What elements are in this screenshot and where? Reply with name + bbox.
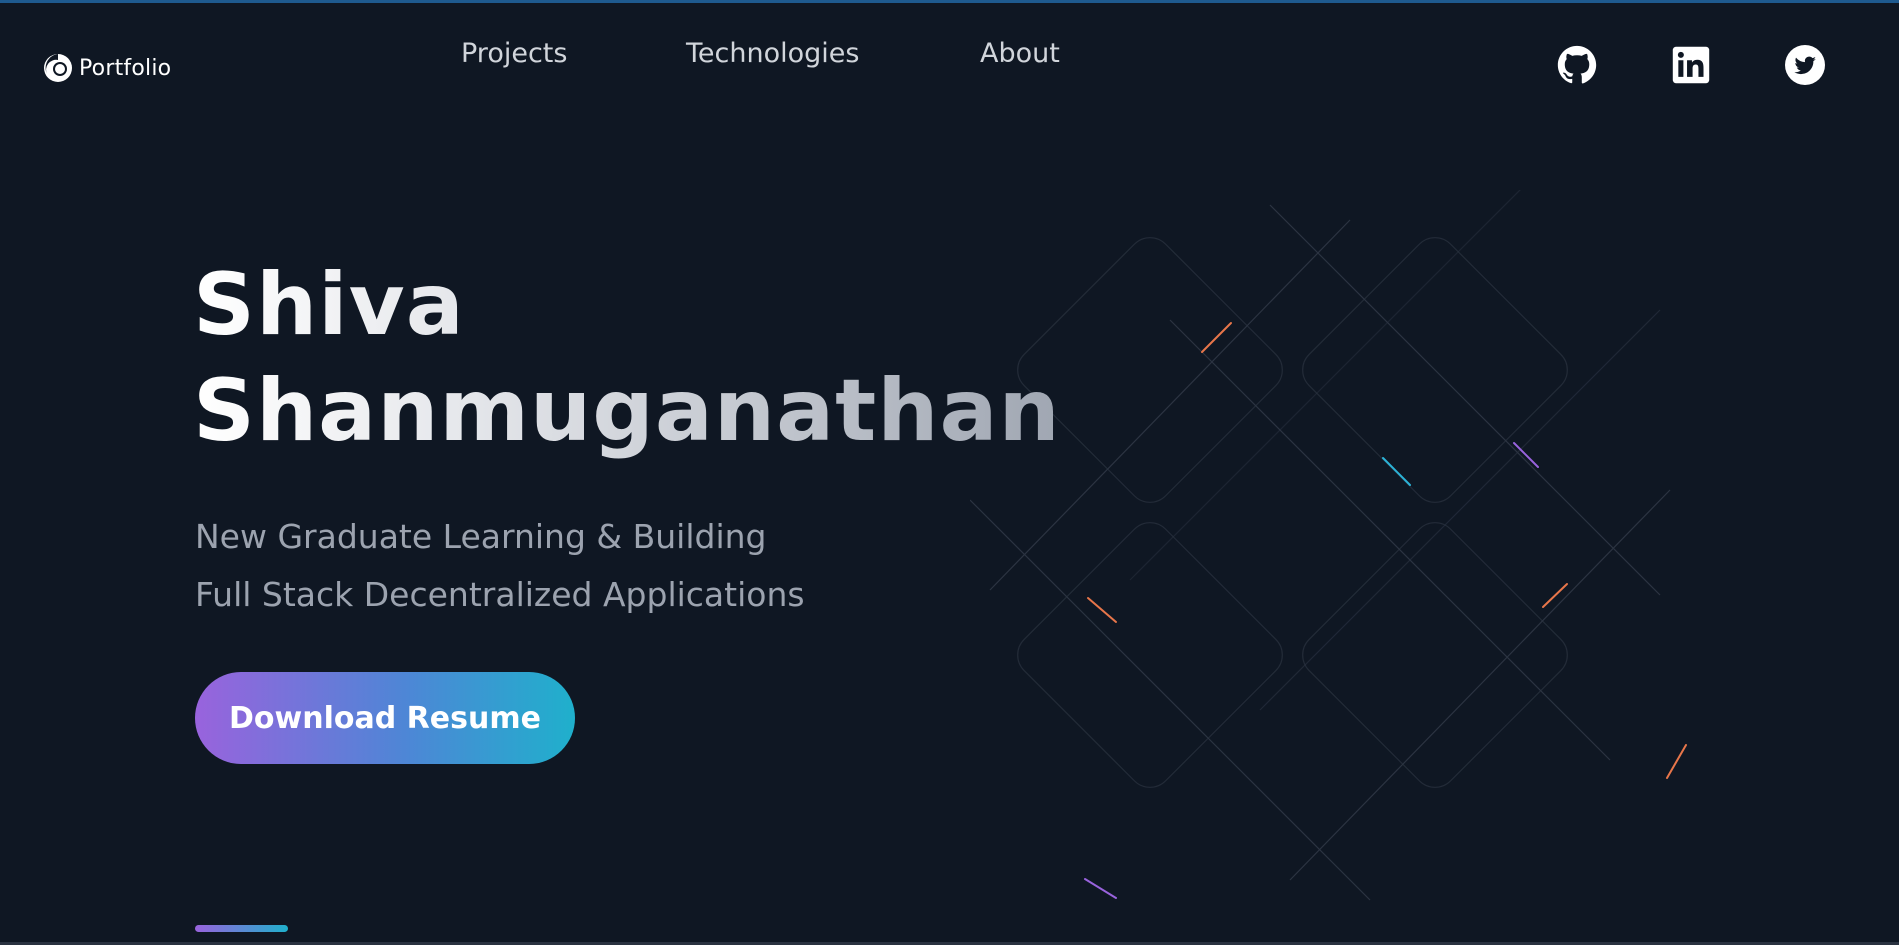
download-resume-button[interactable]: Download Resume — [195, 672, 575, 764]
hero-subtitle: New Graduate Learning & Building Full St… — [195, 508, 805, 624]
linkedin-icon — [1672, 46, 1710, 84]
twitter-icon — [1785, 45, 1825, 85]
hero-title: Shiva Shanmuganathan — [193, 252, 1093, 464]
nav-technologies[interactable]: Technologies — [686, 38, 859, 69]
github-link[interactable] — [1556, 44, 1598, 86]
page: Portfolio Projects Technologies About Sh… — [0, 0, 1899, 945]
top-accent-line — [0, 0, 1899, 3]
main-nav: Projects Technologies About — [0, 38, 1899, 78]
hero-subtitle-line-1: New Graduate Learning & Building — [195, 517, 767, 556]
section-divider-bar — [195, 925, 288, 932]
nav-about[interactable]: About — [980, 38, 1060, 69]
linkedin-link[interactable] — [1670, 44, 1712, 86]
twitter-link[interactable] — [1784, 44, 1826, 86]
hero-subtitle-line-2: Full Stack Decentralized Applications — [195, 575, 805, 614]
nav-projects[interactable]: Projects — [461, 38, 567, 69]
hero-title-line-2: Shanmuganathan — [193, 361, 1061, 461]
hero-title-line-1: Shiva — [193, 255, 465, 355]
github-icon — [1557, 45, 1597, 84]
